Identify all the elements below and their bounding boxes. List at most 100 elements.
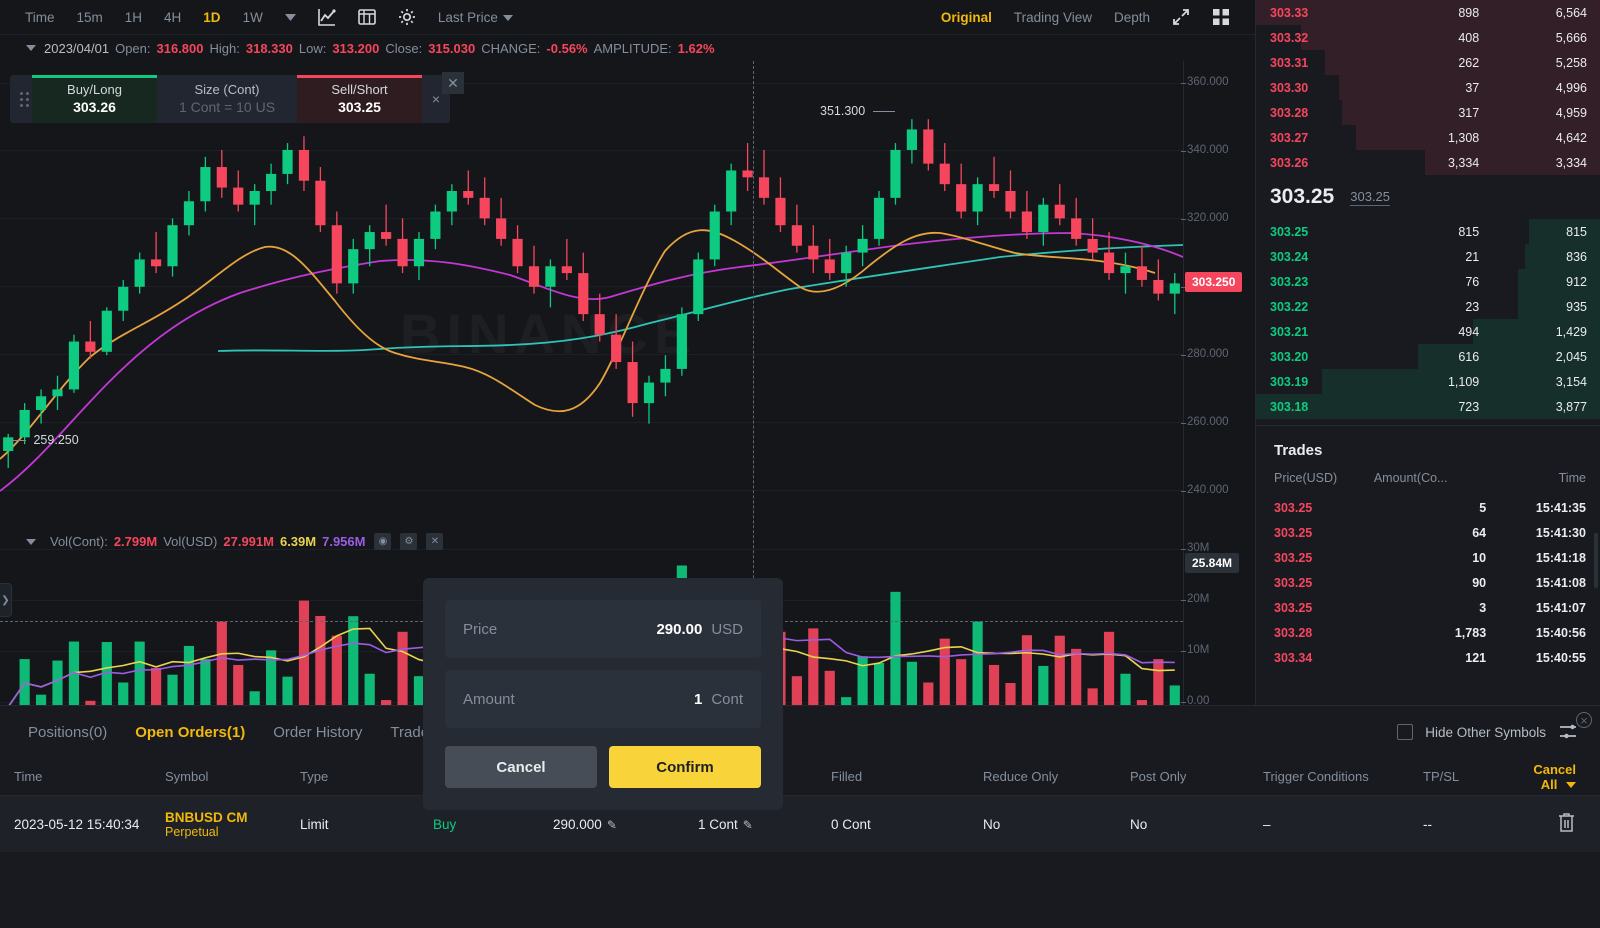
amount-value: 1 Cont (698, 817, 738, 832)
edit-amount-icon[interactable]: ✎ (743, 818, 753, 832)
grid-icon[interactable] (1201, 8, 1241, 26)
header-type: Type (300, 769, 433, 784)
close-icon[interactable]: ✕ (442, 72, 464, 94)
sell-short-price: 303.25 (338, 98, 381, 116)
trade-row[interactable]: 303.25 3 15:41:07 (1256, 595, 1600, 620)
header-post-only: Post Only (1130, 769, 1263, 784)
confirm-button[interactable]: Confirm (609, 746, 761, 788)
orderbook-row[interactable]: 303.32 408 5,666 (1256, 25, 1600, 50)
orderbook-row[interactable]: 303.19 1,109 3,154 (1256, 369, 1600, 394)
price-axis[interactable]: 360.000 340.000 320.000 300.000 280.000 … (1183, 61, 1255, 705)
drag-handle-icon[interactable] (10, 92, 32, 107)
eye-icon[interactable]: ◉ (374, 533, 391, 550)
trade-price: 303.25 (1274, 551, 1374, 565)
toolbar-time[interactable]: Time (14, 0, 66, 35)
orderbook-total: 5,666 (1479, 31, 1587, 45)
candlestick-icon[interactable] (347, 8, 387, 26)
header-reduce-only: Reduce Only (983, 769, 1130, 784)
cell-symbol[interactable]: BNBUSD CM Perpetual (165, 810, 300, 839)
price-field[interactable]: Price 290.00 USD (445, 600, 761, 658)
amount-field[interactable]: Amount 1 Cont (445, 670, 761, 728)
orderbook-row[interactable]: 303.31 262 5,258 (1256, 50, 1600, 75)
orderbook-amount: 815 (1375, 225, 1480, 239)
buy-long-button[interactable]: Buy/Long 303.26 (32, 75, 157, 123)
tab-open-orders[interactable]: Open Orders(1) (121, 724, 259, 741)
orders-tabs: Positions(0) Open Orders(1) Order Histor… (0, 706, 1600, 758)
orderbook-row[interactable]: 303.18 723 3,877 (1256, 394, 1600, 419)
price-input[interactable]: 290.00 (656, 621, 702, 638)
orderbook-row[interactable]: 303.28 317 4,959 (1256, 100, 1600, 125)
line-chart-icon[interactable] (307, 8, 347, 26)
trade-row[interactable]: 303.34 121 15:40:55 (1256, 645, 1600, 670)
price-value: 290.000 (553, 817, 602, 832)
orderbook-amount: 76 (1375, 275, 1480, 289)
cell-type: Limit (300, 817, 433, 832)
orderbook-row[interactable]: 303.20 616 2,045 (1256, 344, 1600, 369)
trash-icon[interactable] (1557, 821, 1576, 836)
orderbook-amount: 262 (1375, 56, 1480, 70)
tab-positions[interactable]: Positions(0) (14, 724, 121, 741)
collapse-icon[interactable] (26, 539, 36, 545)
orderbook-price: 303.28 (1270, 106, 1375, 120)
close-icon[interactable]: ✕ (426, 533, 443, 550)
orderbook-amount: 494 (1375, 325, 1480, 339)
chevron-down-icon[interactable] (274, 14, 307, 21)
trade-row[interactable]: 303.25 10 15:41:18 (1256, 545, 1600, 570)
orderbook-midprice: 303.25 303.25 (1256, 175, 1600, 219)
close-icon[interactable]: × (1576, 712, 1592, 728)
orderbook-total: 6,564 (1479, 6, 1587, 20)
amount-input[interactable]: 1 (694, 691, 702, 708)
interval-15m[interactable]: 15m (66, 0, 114, 35)
scrollbar-thumb[interactable] (1594, 533, 1598, 588)
orderbook-row[interactable]: 303.21 494 1,429 (1256, 319, 1600, 344)
header-symbol: Symbol (165, 769, 300, 784)
orderbook-row[interactable]: 303.26 3,334 3,334 (1256, 150, 1600, 175)
trade-price: 303.25 (1274, 576, 1374, 590)
hide-other-symbols-checkbox[interactable] (1397, 724, 1413, 740)
orderbook-row[interactable]: 303.33 898 6,564 (1256, 0, 1600, 25)
trade-time: 15:41:07 (1486, 601, 1586, 615)
orderbook-row[interactable]: 303.25 815 815 (1256, 219, 1600, 244)
view-original[interactable]: Original (930, 0, 1003, 35)
gear-icon[interactable] (387, 8, 427, 26)
orderbook-amount: 1,308 (1375, 131, 1480, 145)
edit-price-icon[interactable]: ✎ (607, 818, 617, 832)
trade-row[interactable]: 303.28 1,783 15:40:56 (1256, 620, 1600, 645)
trade-row[interactable]: 303.25 90 15:41:08 (1256, 570, 1600, 595)
cancel-button[interactable]: Cancel (445, 746, 597, 788)
order-book: 303.33 898 6,564 303.32 408 5,666 303.31… (1256, 0, 1600, 419)
orderbook-price: 303.33 (1270, 6, 1375, 20)
orderbook-row[interactable]: 303.27 1,308 4,642 (1256, 125, 1600, 150)
ohlc-amplitude-label: AMPLITUDE: (594, 41, 672, 56)
cell-reduce-only: No (983, 817, 1130, 832)
table-row[interactable]: 2023-05-12 15:40:34 BNBUSD CM Perpetual … (0, 796, 1600, 852)
view-depth[interactable]: Depth (1103, 0, 1161, 35)
interval-1w[interactable]: 1W (232, 0, 274, 35)
cancel-all-button[interactable]: Cancel All (1531, 762, 1600, 792)
sliders-icon[interactable] (1558, 722, 1578, 742)
collapse-icon[interactable] (26, 45, 36, 51)
orderbook-total: 935 (1479, 300, 1587, 314)
settings-icon[interactable]: ⚙ (400, 533, 417, 550)
symbol-name: BNBUSD CM (165, 810, 300, 825)
interval-4h[interactable]: 4H (153, 0, 192, 35)
orderbook-row[interactable]: 303.23 76 912 (1256, 269, 1600, 294)
trade-row[interactable]: 303.25 64 15:41:30 (1256, 520, 1600, 545)
orderbook-row[interactable]: 303.30 37 4,996 (1256, 75, 1600, 100)
orderbook-total: 3,334 (1479, 156, 1587, 170)
orderbook-row[interactable]: 303.22 23 935 (1256, 294, 1600, 319)
tab-order-history[interactable]: Order History (259, 724, 376, 741)
price-mode-selector[interactable]: Last Price (427, 0, 524, 35)
orderbook-amount: 408 (1375, 31, 1480, 45)
trade-price: 303.25 (1274, 501, 1374, 515)
interval-1d[interactable]: 1D (192, 0, 231, 35)
orderbook-row[interactable]: 303.24 21 836 (1256, 244, 1600, 269)
sell-short-button[interactable]: Sell/Short 303.25 (297, 75, 422, 123)
orderbook-price: 303.20 (1270, 350, 1375, 364)
quick-order-size[interactable]: Size (Cont) 1 Cont = 10 US (157, 82, 297, 116)
expand-icon[interactable] (1161, 8, 1201, 26)
trade-row[interactable]: 303.25 5 15:41:35 (1256, 495, 1600, 520)
view-trading-view[interactable]: Trading View (1003, 0, 1103, 35)
interval-1h[interactable]: 1H (114, 0, 153, 35)
sidebar-expand-toggle[interactable]: ❯ (0, 583, 12, 617)
